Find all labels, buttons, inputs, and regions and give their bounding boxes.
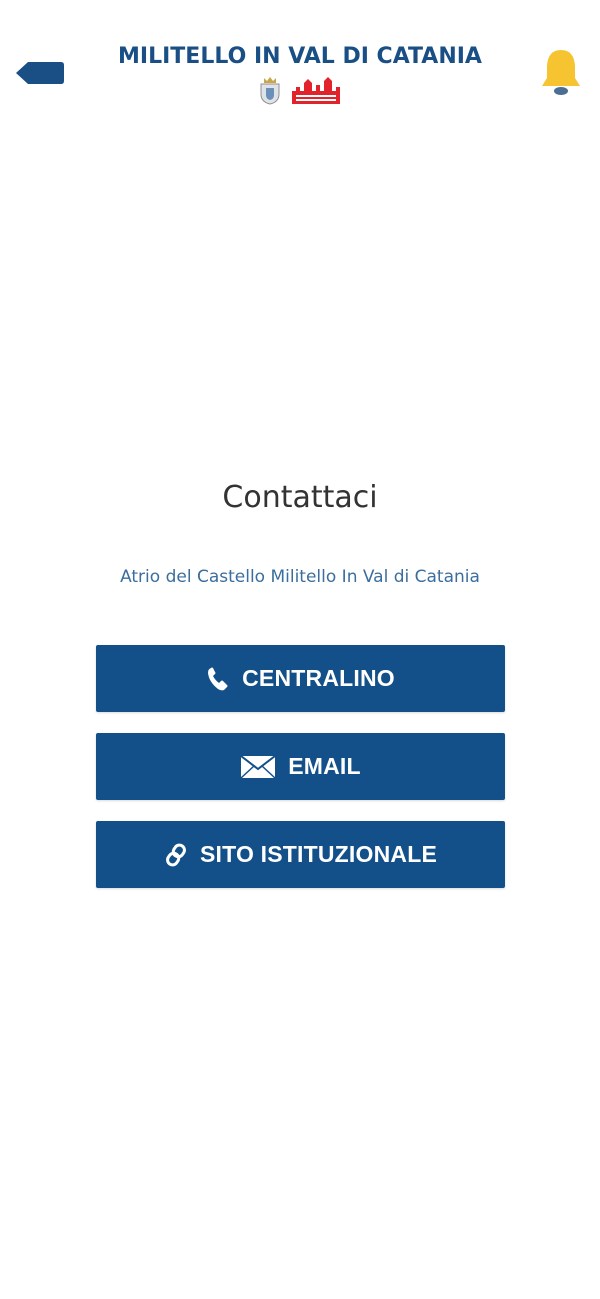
centralino-button[interactable]: CENTRALINO bbox=[96, 645, 505, 712]
logos bbox=[100, 74, 500, 106]
app-title: MILITELLO IN VAL DI CATANIA bbox=[118, 44, 482, 69]
centralino-label: CENTRALINO bbox=[242, 665, 395, 691]
back-arrow-icon bbox=[16, 62, 64, 84]
sito-istituzionale-button[interactable]: SITO ISTITUZIONALE bbox=[96, 821, 505, 888]
castle-logo-icon bbox=[292, 77, 340, 104]
contact-section: Contattaci Atrio del Castello Militello … bbox=[0, 470, 600, 592]
email-label: EMAIL bbox=[288, 753, 361, 779]
link-icon bbox=[164, 841, 188, 869]
back-button[interactable] bbox=[14, 58, 66, 88]
section-title: Contattaci bbox=[222, 480, 378, 515]
bell-icon bbox=[542, 50, 580, 95]
municipal-coat-of-arms-icon bbox=[260, 77, 280, 105]
title-block: MILITELLO IN VAL DI CATANIA bbox=[100, 42, 500, 106]
notifications-button[interactable] bbox=[538, 46, 584, 100]
email-button[interactable]: EMAIL bbox=[96, 733, 505, 800]
app-header: MILITELLO IN VAL DI CATANIA bbox=[0, 0, 600, 120]
contact-buttons: CENTRALINO EMAIL SITO ISTITUZIONALE bbox=[96, 645, 505, 909]
address-text: Atrio del Castello Militello In Val di C… bbox=[120, 567, 480, 587]
envelope-icon bbox=[240, 754, 276, 779]
sito-istituzionale-label: SITO ISTITUZIONALE bbox=[199, 841, 437, 867]
phone-icon bbox=[206, 666, 230, 692]
